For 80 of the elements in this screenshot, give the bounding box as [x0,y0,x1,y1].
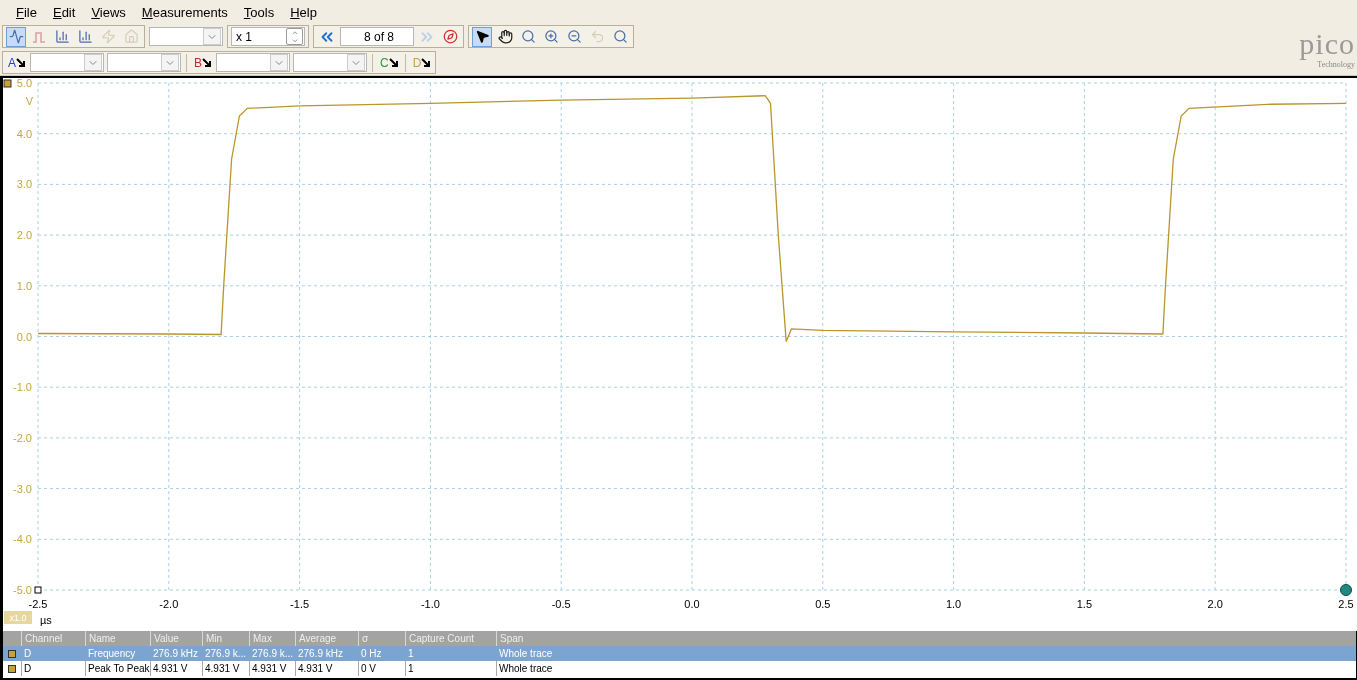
menu-item[interactable]: Measurements [133,2,236,22]
y-tick-label: -4.0 [13,533,32,546]
measurement-row[interactable]: D Frequency 276.9 kHz 276.9 k... 276.9 k... 276.9 kHz 0 Hz 1 Whole trace [3,646,1356,661]
chevron-down-icon[interactable] [203,28,221,45]
table-cell: 4.931 V [295,661,358,676]
table-cell: 4.931 V [202,661,249,676]
table-cell-text: 0 Hz [360,647,383,661]
arrow-icon [202,58,212,67]
chevron-down-icon[interactable] [347,54,366,71]
buffer-field[interactable]: 8 of 8 [340,27,414,46]
table-cell-text: Whole trace [498,647,554,661]
table-cell-text: D [23,647,33,661]
table-cell: D [21,661,85,676]
multiplier-field[interactable]: x 1 [231,27,305,46]
table-cell-text: 276.9 kHz [297,647,345,661]
table-cell: Peak To Peak [85,661,150,676]
table-cell-text: 276.9 kHz [152,647,200,661]
x-tick-label: -1.5 [290,598,310,610]
logo-text: pico [1299,30,1355,58]
input-toggle[interactable]: A [6,52,27,73]
menu-item[interactable]: Tools [235,2,283,22]
x-unit-label: µs [40,614,52,626]
coupling-dropdown[interactable] [107,53,181,72]
chevron-down-icon[interactable] [270,54,289,71]
arrow-icon [388,58,398,67]
table-cell: 1 [405,661,496,676]
chevron-down-icon[interactable] [161,54,179,71]
y-tick-label: 3.0 [16,178,32,191]
y-unit-label: V [25,95,33,107]
y-tick-label: 0.0 [16,330,32,343]
input-toggle[interactable]: D [410,52,433,73]
y-tick-label: 1.0 [16,279,32,292]
y-tick-label: -5.0 [13,584,32,596]
table-cell: Whole trace [496,661,1356,676]
y-tick-label: 4.0 [16,127,32,140]
table-cell: 4.931 V [150,661,202,676]
menu-item[interactable]: Help [282,2,325,22]
input-toggle[interactable]: B [192,52,214,73]
x-tick-label: -0.5 [551,598,571,610]
pointer-icon[interactable] [472,26,492,47]
y-tick-label: -1.0 [13,381,32,394]
x-tick-label: 2.5 [1338,598,1354,610]
x-tick-label: 2.0 [1207,598,1223,610]
x-tick-label: 1.5 [1076,598,1093,610]
ruler-handle-icon[interactable] [34,586,42,594]
spinner-arrows-icon[interactable] [286,28,303,45]
input-toggle[interactable]: C [378,52,400,73]
x-tick-label: 0.0 [684,598,700,610]
x-tick-label: -2.0 [159,598,179,610]
table-cell-text: 1 [407,647,415,661]
table-cell: 4.931 V [249,661,295,676]
channel-marker-icon [8,649,16,658]
y-tick-label: 2.0 [16,229,32,242]
y-tick-label: -2.0 [13,431,32,444]
table-cell-text: Frequency [87,647,137,661]
table-cell: 0 V [358,661,405,676]
ruler-handle-icon[interactable] [1340,584,1352,596]
x-tick-label: -2.5 [28,598,48,610]
channel-marker-icon[interactable] [3,79,12,88]
coupling-dropdown[interactable] [293,53,368,72]
wave-icon[interactable] [6,26,26,47]
x-tick-label: -1.0 [420,598,440,610]
x-tick-label: 0.5 [815,598,831,610]
range-dropdown[interactable] [30,53,104,72]
arrow-icon [16,58,25,67]
logo-tagline: Technology [1317,60,1355,69]
arrow-icon [421,58,431,67]
table-cell-text: 276.9 k... [251,647,295,661]
dropdown[interactable] [149,27,223,46]
y-tick-label: 5.0 [16,78,32,89]
channel-marker-icon [8,664,16,673]
y-tick-label: -3.0 [13,482,32,495]
range-dropdown[interactable] [216,53,291,72]
menu-item[interactable]: Edit [44,2,84,22]
menu-item[interactable]: Views [83,2,134,22]
menu-item[interactable]: File [8,2,45,22]
table-cell-text: 276.9 k... [204,647,248,661]
scale-badge: x1.0 [4,611,32,624]
chevron-down-icon[interactable] [84,54,102,71]
x-tick-label: 1.0 [945,598,962,610]
